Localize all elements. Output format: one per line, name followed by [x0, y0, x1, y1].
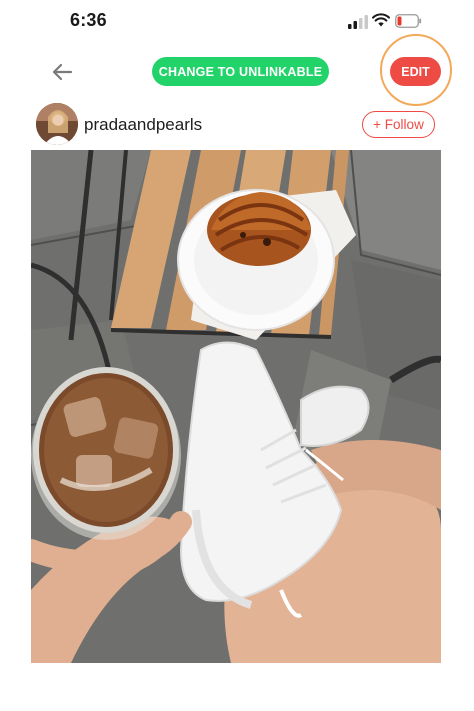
avatar[interactable]	[36, 103, 78, 145]
username[interactable]: pradaandpearls	[84, 115, 202, 135]
back-button[interactable]	[48, 58, 76, 86]
cellular-signal-icon	[348, 15, 368, 29]
avatar-image	[36, 103, 78, 145]
change-to-unlinkable-button[interactable]: CHANGE TO UNLINKABLE	[152, 57, 329, 86]
status-time: 6:36	[70, 10, 107, 30]
edit-button[interactable]: EDIT	[390, 57, 441, 86]
battery-low-icon	[395, 14, 422, 28]
post-photo-illustration	[31, 150, 441, 663]
wifi-icon	[372, 13, 390, 27]
post-photo[interactable]	[31, 150, 441, 663]
follow-button[interactable]: + Follow	[362, 111, 435, 138]
arrow-left-icon	[52, 63, 73, 81]
